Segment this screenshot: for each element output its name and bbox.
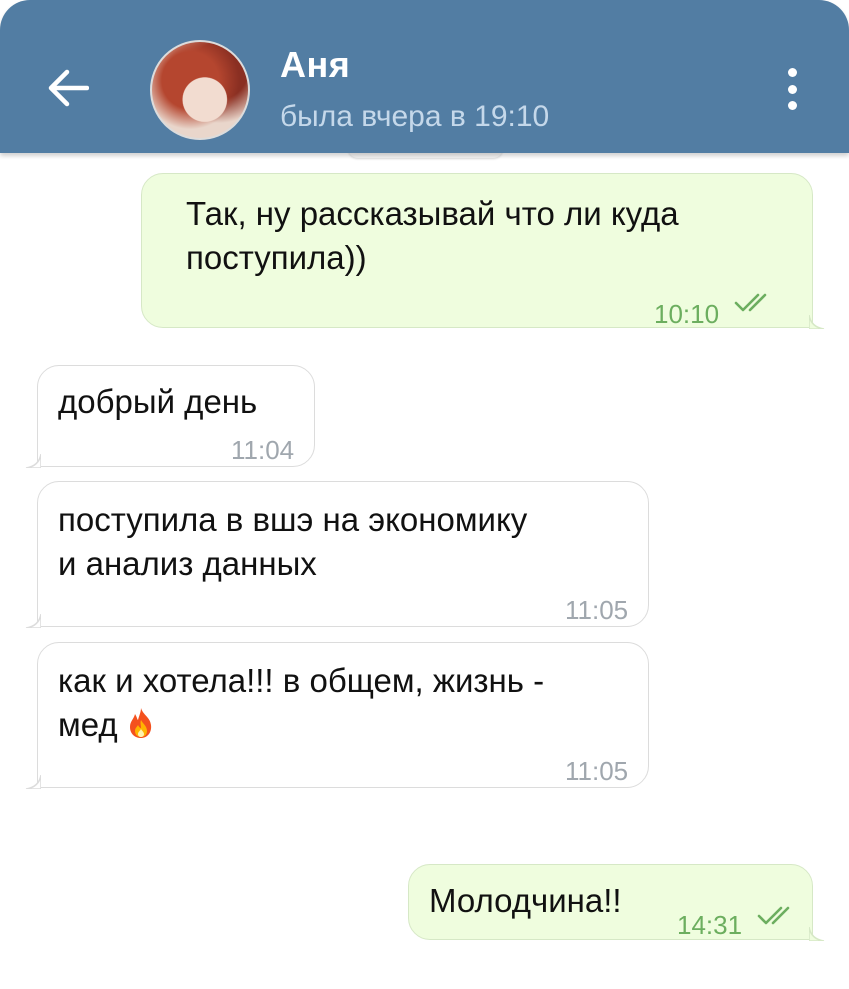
back-button[interactable] [42,62,94,114]
double-check-icon [757,906,790,925]
message-text: Так, ну рассказывай что ли куда поступил… [186,195,679,276]
more-vertical-icon [787,68,797,77]
chat-screen: Аня была вчера в 19:10 Так, ну рассказыв… [0,0,849,989]
message-time: 11:05 [565,595,629,625]
arrow-left-icon [48,69,89,107]
message-bubble-outgoing[interactable]: Так, ну рассказывай что ли куда поступил… [141,173,825,329]
fire-emoji [129,708,151,738]
message-text: добрый день [58,383,258,420]
contact-status: была вчера в 19:10 [280,100,550,133]
message-time: 10:10 [654,299,720,329]
avatar[interactable] [150,40,250,140]
message-time: 11:05 [565,756,629,786]
message-time: 14:31 [677,910,743,940]
message-time: 11:04 [231,435,295,465]
message-text: поступила в вшэ на экономику и анализ да… [58,501,528,582]
message-bubble-incoming[interactable]: поступила в вшэ на экономику и анализ да… [25,481,649,628]
double-check-icon [734,293,767,312]
message-text: как и хотела!!! в общем, жизнь - мед [58,662,545,743]
more-menu-button[interactable] [772,64,812,114]
chat-header: Аня была вчера в 19:10 [0,0,849,153]
contact-name[interactable]: Аня [280,44,350,86]
message-bubble-incoming[interactable]: добрый день 11:04 [25,365,315,468]
message-bubble-incoming[interactable]: как и хотела!!! в общем, жизнь - мед 11:… [25,642,649,789]
message-text: Молодчина!! [429,882,622,919]
message-bubble-outgoing[interactable]: Молодчина!! 14:31 [408,864,825,941]
